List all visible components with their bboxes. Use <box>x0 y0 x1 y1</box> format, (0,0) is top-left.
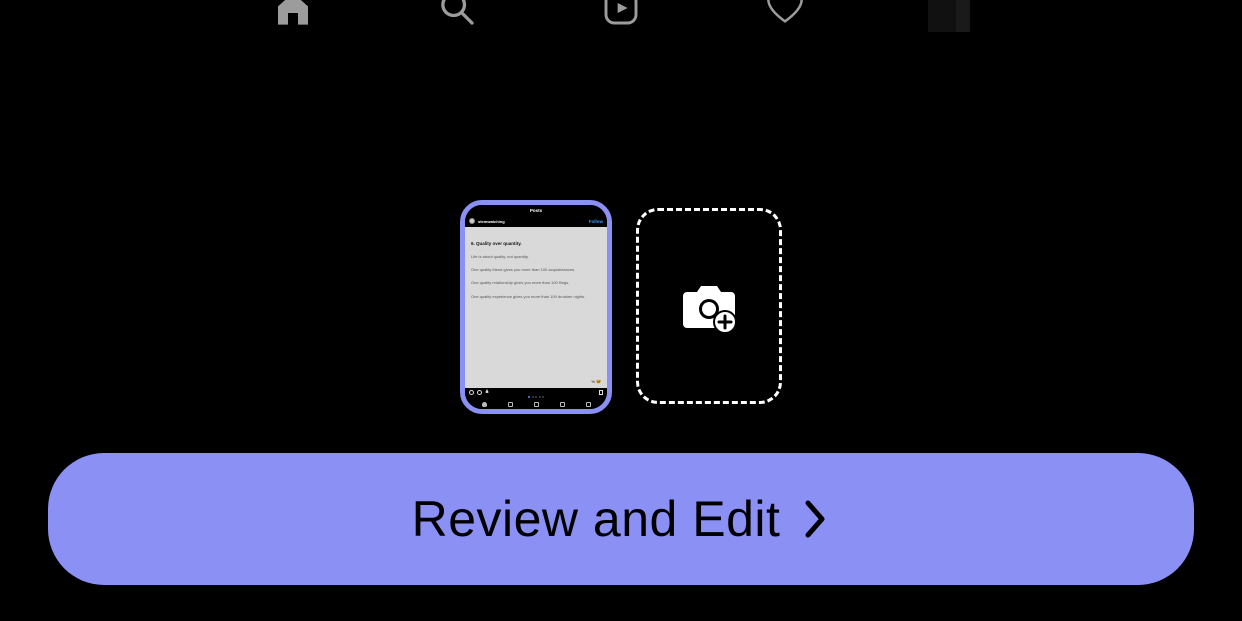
thumbnail-add[interactable] <box>636 208 782 404</box>
preview-line: One quality friend gives you more than 1… <box>471 267 601 272</box>
top-nav <box>0 0 1242 34</box>
cta-label: Review and Edit <box>412 490 781 548</box>
search-icon[interactable] <box>435 0 479 30</box>
heart-icon[interactable] <box>763 0 807 30</box>
chevron-right-icon <box>802 499 830 539</box>
preview-follow: Follow <box>589 219 603 224</box>
preview-line: One quality experience gives you more th… <box>471 294 601 299</box>
camera-plus-icon <box>679 278 739 334</box>
preview-line: One quality relationship gives you more … <box>471 280 601 285</box>
preview-username: stemwatching <box>478 219 505 224</box>
avatar[interactable] <box>927 0 971 30</box>
preview-heading: 6. Quality over quantity. <box>471 241 601 246</box>
home-icon[interactable] <box>271 0 315 30</box>
preview-corner: % 🤓 <box>591 379 601 384</box>
preview-top-label: Posts <box>530 208 542 213</box>
preview-action-row <box>465 388 607 396</box>
review-and-edit-button[interactable]: Review and Edit <box>48 453 1194 585</box>
thumbnail-preview: Posts stemwatching Follow 6. Quality ove… <box>465 205 607 409</box>
reels-icon[interactable] <box>599 0 643 30</box>
preview-line: Life is about quality, not quantity. <box>471 254 601 259</box>
preview-avatar <box>469 218 475 224</box>
thumbnail-selected[interactable]: Posts stemwatching Follow 6. Quality ove… <box>460 200 612 414</box>
thumbnail-row: Posts stemwatching Follow 6. Quality ove… <box>0 200 1242 414</box>
